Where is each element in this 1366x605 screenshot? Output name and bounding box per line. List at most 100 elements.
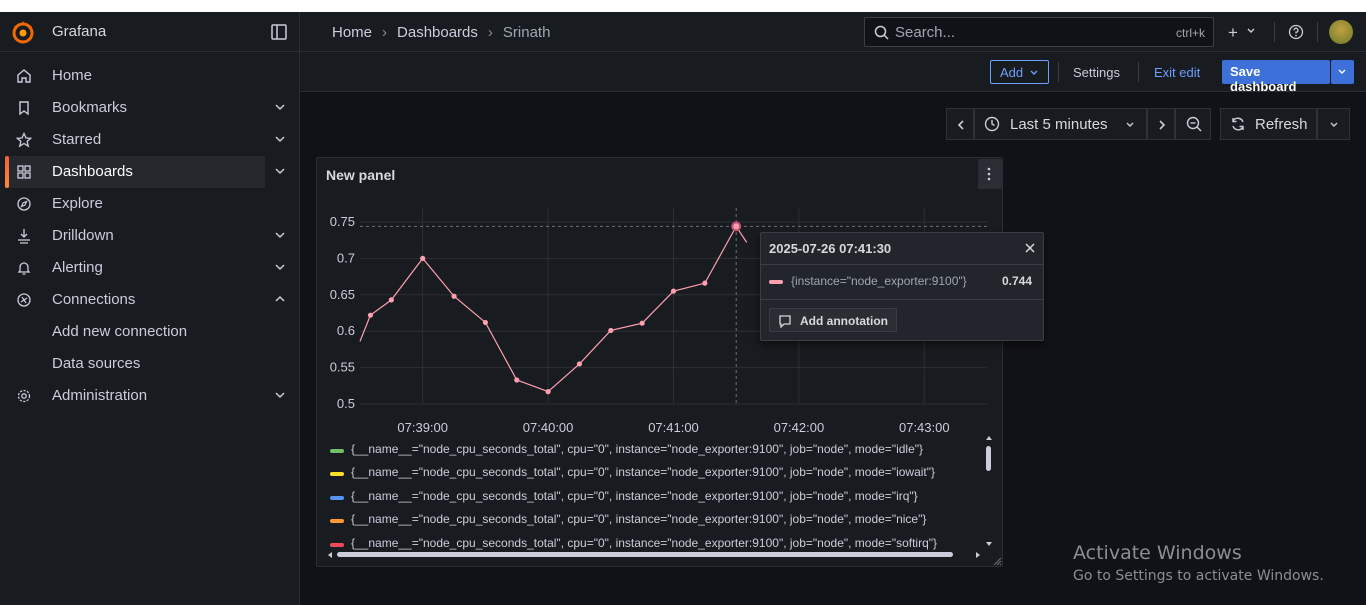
zoom-out-button[interactable] [1175,108,1211,140]
zoom-out-icon [1186,116,1202,132]
legend-label: {__name__="node_cpu_seconds_total", cpu=… [351,535,938,550]
compass-icon [17,197,31,211]
breadcrumb-separator: › [487,24,493,41]
nav-label: Dashboards [52,163,133,180]
legend-swatch [330,542,344,547]
time-range-label: Last 5 minutes [1010,116,1108,133]
add-annotation-button[interactable]: Add annotation [769,308,897,332]
scroll-left-icon[interactable] [327,551,333,559]
chevron-down-icon[interactable] [1246,26,1256,36]
close-icon[interactable] [1024,242,1036,254]
chevron-down-icon[interactable] [273,100,287,114]
tooltip-time: 2025-07-26 07:41:30 [769,241,892,256]
dock-menu-icon[interactable] [270,23,288,41]
chevron-up-icon[interactable] [273,292,287,306]
refresh-icon [1232,117,1244,131]
windows-activation-title: Activate Windows [1073,542,1242,564]
nav-item-data-sources[interactable]: Data sources [0,348,300,380]
bookmark-icon [19,101,29,116]
help-icon[interactable] [1288,24,1304,40]
scrollbar-thumb[interactable] [337,552,953,557]
refresh-interval-dropdown[interactable] [1317,108,1350,140]
chevron-down-icon[interactable] [273,228,287,242]
panel-menu-button[interactable] [978,159,1002,189]
nav-item-drilldown[interactable]: Drilldown [0,220,300,252]
tooltip-series-name: {instance="node_exporter:9100"} [791,274,967,288]
y-tick-label: 0.7 [337,250,355,265]
data-point [451,293,457,299]
settings-button[interactable]: Settings [1073,65,1120,80]
chevron-down-icon[interactable] [273,260,287,274]
refresh-button[interactable]: Refresh [1220,108,1317,140]
brand-header: Grafana [0,12,300,52]
time-shift-back-button[interactable] [946,108,974,140]
nav-label: Connections [52,291,136,308]
save-dashboard-button[interactable]: Save dashboard [1222,60,1330,94]
resize-handle-icon[interactable] [992,556,1002,566]
scrollbar-thumb[interactable] [986,446,991,471]
divider [761,299,1043,300]
x-tick-label: 07:43:00 [899,420,950,435]
top-bar: Home › Dashboards › Srinath Search... ct… [300,12,1366,52]
comment-icon [779,315,791,328]
avatar[interactable] [1329,20,1353,44]
breadcrumb-dashboards[interactable]: Dashboards [397,24,478,41]
nav-item-dashboards[interactable]: Dashboards [5,156,285,188]
nav-item-alerting[interactable]: Alerting [0,252,300,284]
breadcrumb-home[interactable]: Home [332,24,372,41]
nav-item-explore[interactable]: Explore [0,188,300,220]
save-options-button[interactable] [1331,60,1354,84]
star-icon [16,132,32,148]
data-point [608,327,614,334]
nav-item-connections[interactable]: Connections [0,284,300,316]
y-tick-label: 0.65 [330,287,355,302]
tooltip-series-value: 0.744 [1002,274,1033,288]
divider [1317,22,1318,42]
legend-item[interactable]: {__name__="node_cpu_seconds_total", cpu=… [327,461,987,484]
nav-item-bookmarks[interactable]: Bookmarks [0,92,300,124]
chevron-down-icon[interactable] [273,388,287,402]
timeseries-panel[interactable]: New panel 0.75 0.7 0.65 0.6 0.55 0.5 07:39:00 0… [316,157,1003,567]
grafana-logo-icon[interactable] [11,20,35,44]
scroll-right-icon[interactable] [975,551,981,559]
search-input[interactable]: Search... ctrl+k [864,17,1214,47]
chevron-down-icon [1338,69,1346,74]
search-placeholder: Search... [895,24,956,41]
x-tick-label: 07:41:00 [648,420,699,435]
dashboard-toolbar: Add Settings Exit edit Save dashboard [300,52,1366,94]
chevron-down-icon[interactable] [273,132,287,146]
connections-icon [17,293,31,307]
legend: {__name__="node_cpu_seconds_total", cpu=… [327,438,987,556]
legend-vertical-scrollbar[interactable] [984,435,994,548]
clock-icon [984,116,1000,132]
chevron-right-icon [1159,120,1166,130]
nav-item-administration[interactable]: Administration [0,380,300,412]
brand-name[interactable]: Grafana [52,23,106,40]
nav-label: Home [52,67,93,84]
panel-title: New panel [326,167,396,183]
chevron-down-icon[interactable] [273,164,287,178]
y-tick-label: 0.6 [337,323,355,338]
time-range-picker[interactable]: Last 5 minutes [974,108,1147,140]
scroll-down-icon[interactable] [985,541,993,547]
nav-item-starred[interactable]: Starred [0,124,300,156]
data-point [576,361,583,367]
nav-item-add-new-connection[interactable]: Add new connection [0,316,300,348]
legend-item[interactable]: {__name__="node_cpu_seconds_total", cpu=… [327,485,987,508]
y-tick-label: 0.55 [330,360,355,375]
exit-edit-button[interactable]: Exit edit [1154,65,1200,80]
legend-swatch [330,472,344,477]
legend-item[interactable]: {__name__="node_cpu_seconds_total", cpu=… [327,508,987,531]
legend-swatch [330,449,344,453]
add-button[interactable]: Add [990,60,1049,84]
breadcrumb-current: Srinath [502,24,551,41]
nav-item-home[interactable]: Home [0,60,300,92]
x-tick-label: 07:40:00 [523,420,574,435]
legend-item[interactable]: {__name__="node_cpu_seconds_total", cpu=… [327,438,987,461]
legend-label: {__name__="node_cpu_seconds_total", cpu=… [351,488,918,503]
scroll-up-icon[interactable] [985,435,993,441]
legend-horizontal-scrollbar[interactable] [327,550,987,559]
new-plus-button[interactable]: + [1228,23,1238,43]
dashboards-icon [17,165,31,179]
time-shift-forward-button[interactable] [1147,108,1175,140]
